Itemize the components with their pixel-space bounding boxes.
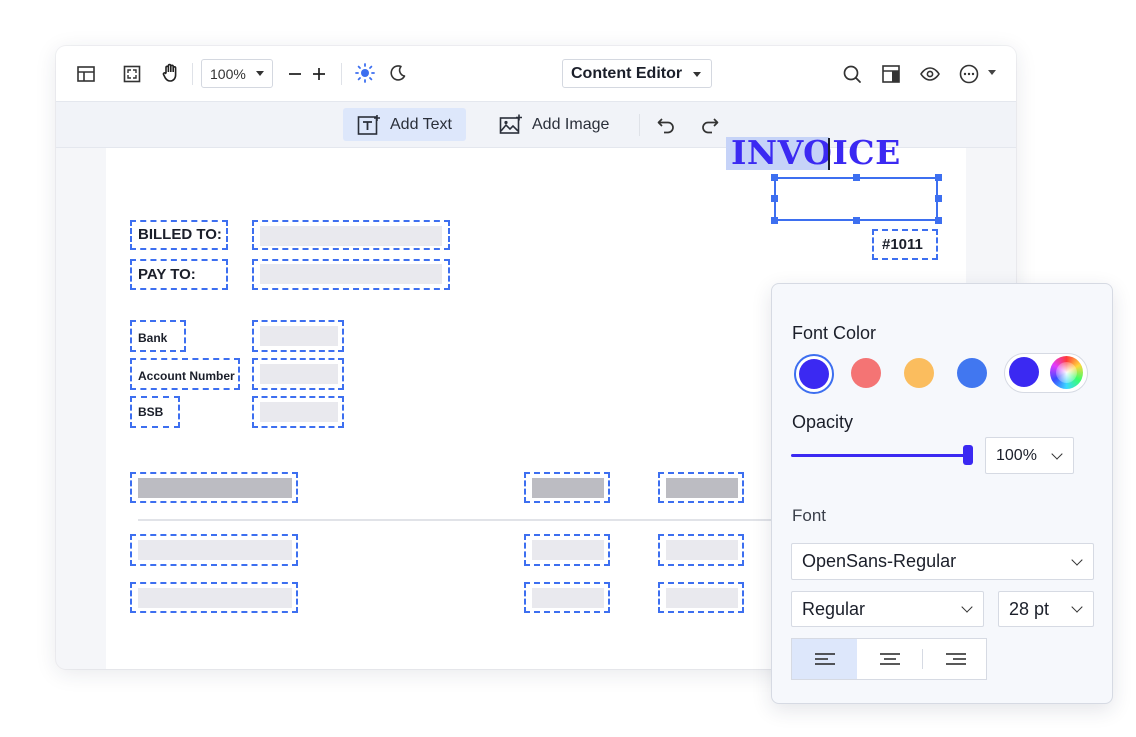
placeholder-bar <box>532 478 604 498</box>
panel-layout-icon[interactable] <box>878 61 904 87</box>
opacity-slider-track[interactable] <box>791 454 969 457</box>
font-style-value: Regular <box>802 598 866 619</box>
toolbar-divider <box>341 63 342 85</box>
font-family-value: OpenSans-Regular <box>802 551 957 571</box>
add-image-icon <box>499 114 522 134</box>
placeholder-bar <box>260 326 338 346</box>
account-number-label: Account Number <box>138 369 235 383</box>
placeholder-bar <box>532 540 604 560</box>
align-right-icon <box>945 653 966 665</box>
color-wheel-icon[interactable] <box>1050 356 1083 389</box>
align-left-button[interactable] <box>792 639 857 679</box>
font-color-title: Font Color <box>792 323 877 343</box>
caret-down-icon <box>256 71 264 76</box>
resize-handle[interactable] <box>771 174 778 181</box>
add-text-icon <box>357 114 380 135</box>
placeholder-bar <box>260 402 338 422</box>
placeholder-bar <box>260 264 442 284</box>
font-family-select[interactable]: OpenSans-Regular <box>791 543 1094 580</box>
color-swatch-blue[interactable] <box>957 358 987 388</box>
color-swatch-red[interactable] <box>851 358 881 388</box>
color-swatch-purple[interactable] <box>799 359 829 389</box>
toolbar-divider <box>192 63 193 85</box>
font-size-select[interactable]: 28 pt <box>998 591 1094 627</box>
color-swatch-custom[interactable] <box>1009 357 1039 387</box>
chevron-down-icon <box>961 601 973 613</box>
placeholder-bar <box>532 588 604 608</box>
chevron-down-icon <box>1071 553 1083 566</box>
font-size-value: 28 pt <box>1009 598 1050 619</box>
table-divider <box>138 519 778 521</box>
resize-handle[interactable] <box>853 217 860 224</box>
resize-handle[interactable] <box>853 174 860 181</box>
pay-to-label: PAY TO: <box>138 266 196 283</box>
align-right-button[interactable] <box>923 639 988 679</box>
add-image-button[interactable]: Add Image <box>485 108 623 141</box>
chevron-down-icon <box>1051 447 1063 460</box>
resize-handle[interactable] <box>935 195 942 202</box>
invoice-title[interactable]: INVOICE <box>731 133 901 172</box>
font-style-select[interactable]: Regular <box>791 591 984 627</box>
invoice-number: #1011 <box>882 236 923 253</box>
align-left-icon <box>814 653 835 665</box>
invoice-title-box[interactable] <box>774 177 938 221</box>
zoom-select[interactable]: 100% <box>201 59 273 88</box>
placeholder-bar <box>666 540 738 560</box>
toolbar-divider <box>639 114 640 136</box>
layout-icon[interactable] <box>74 62 98 86</box>
sun-icon[interactable] <box>353 61 377 85</box>
undo-icon[interactable] <box>654 114 678 136</box>
font-title: Font <box>792 506 827 525</box>
zoom-value: 100% <box>210 65 246 82</box>
align-center-icon <box>879 653 900 665</box>
billed-to-label: BILLED TO: <box>138 226 222 243</box>
opacity-value: 100% <box>996 446 1037 464</box>
zoom-in-icon[interactable] <box>309 62 329 86</box>
redo-icon[interactable] <box>698 114 722 136</box>
eye-icon[interactable] <box>917 61 943 87</box>
placeholder-bar <box>260 364 338 384</box>
align-center-button[interactable] <box>857 639 922 679</box>
placeholder-bar <box>260 226 442 246</box>
text-alignment-group <box>791 638 987 680</box>
text-properties-panel: Font Color Opacity 100% Font OpenSans-Re… <box>771 283 1113 704</box>
placeholder-bar <box>666 588 738 608</box>
fullscreen-icon[interactable] <box>120 62 144 86</box>
text-cursor <box>828 138 830 170</box>
placeholder-bar <box>138 588 292 608</box>
color-swatch-yellow[interactable] <box>904 358 934 388</box>
hand-icon[interactable] <box>159 61 183 85</box>
resize-handle[interactable] <box>771 217 778 224</box>
bsb-label: BSB <box>138 405 164 419</box>
more-icon[interactable] <box>956 61 982 87</box>
caret-down-icon[interactable] <box>988 70 996 75</box>
placeholder-bar <box>138 478 292 498</box>
opacity-title: Opacity <box>792 412 854 432</box>
mode-select[interactable]: Content Editor <box>562 59 712 88</box>
placeholder-bar <box>138 540 292 560</box>
zoom-out-icon[interactable] <box>285 62 305 86</box>
resize-handle[interactable] <box>771 195 778 202</box>
chevron-down-icon <box>1071 601 1083 613</box>
opacity-slider-thumb[interactable] <box>963 445 973 465</box>
add-text-button[interactable]: Add Text <box>343 108 466 141</box>
resize-handle[interactable] <box>935 174 942 181</box>
main-toolbar: 100% Content Editor <box>56 46 1016 102</box>
bank-label: Bank <box>138 331 168 345</box>
search-icon[interactable] <box>839 61 865 87</box>
caret-down-icon <box>693 72 701 77</box>
opacity-select[interactable]: 100% <box>985 437 1074 474</box>
placeholder-bar <box>666 478 738 498</box>
mode-label: Content Editor <box>571 64 683 82</box>
add-image-label: Add Image <box>532 115 610 133</box>
add-text-label: Add Text <box>390 115 452 133</box>
resize-handle[interactable] <box>935 217 942 224</box>
moon-icon[interactable] <box>386 61 410 85</box>
